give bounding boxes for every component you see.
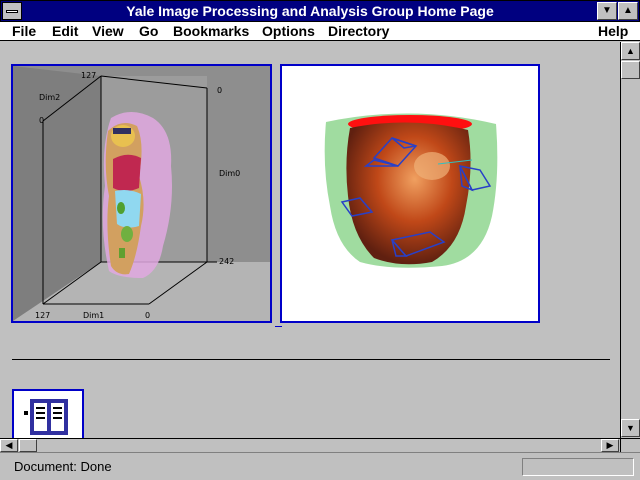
tick-127-top: 127 (81, 71, 96, 80)
menu-bookmarks[interactable]: Bookmarks (173, 23, 249, 39)
menu-go[interactable]: Go (139, 23, 158, 39)
menu-view[interactable]: View (92, 23, 124, 39)
scroll-right-button[interactable]: ▶ (601, 439, 619, 452)
dim1-label: Dim1 (83, 311, 104, 320)
link-underline (275, 326, 282, 327)
tick-0-right: 0 (217, 86, 222, 95)
dim2-label: Dim2 (39, 93, 60, 102)
body-volume-image-link[interactable]: 127 Dim2 0 0 Dim0 242 127 Dim1 0 (11, 64, 272, 323)
menu-bar: File Edit View Go Bookmarks Options Dire… (0, 22, 640, 41)
menu-directory[interactable]: Directory (328, 23, 389, 39)
maximize-button[interactable]: ▲ (618, 2, 638, 20)
dim0-label: Dim0 (219, 169, 240, 178)
menu-options[interactable]: Options (262, 23, 315, 39)
vertical-scroll-thumb[interactable] (621, 61, 640, 79)
book-icon (24, 399, 68, 435)
title-bar: Yale Image Processing and Analysis Group… (0, 0, 640, 22)
menu-edit[interactable]: Edit (52, 23, 78, 39)
heart-rendering-image (282, 66, 538, 321)
tick-242: 242 (219, 257, 234, 266)
body-volume-image: 127 Dim2 0 0 Dim0 242 127 Dim1 0 (13, 66, 270, 321)
progress-indicator (522, 458, 634, 476)
system-menu-icon[interactable] (2, 2, 22, 20)
tick-127-bottom: 127 (35, 311, 50, 320)
horizontal-scroll-thumb[interactable] (19, 439, 37, 452)
window-title: Yale Image Processing and Analysis Group… (126, 3, 494, 19)
minimize-button[interactable]: ▼ (597, 2, 617, 20)
menu-help[interactable]: Help (598, 23, 628, 39)
scroll-down-button[interactable]: ▼ (621, 419, 640, 437)
tick-0-left: 0 (39, 116, 44, 125)
book-icon-link[interactable] (12, 389, 84, 438)
scrollbar-corner (620, 438, 640, 452)
tick-0-bottom: 0 (145, 311, 150, 320)
horizontal-rule (12, 359, 610, 360)
heart-rendering-image-link[interactable] (280, 64, 540, 323)
document-view: 127 Dim2 0 0 Dim0 242 127 Dim1 0 (0, 42, 620, 438)
status-text: Document: Done (14, 459, 112, 474)
scroll-up-button[interactable]: ▲ (621, 42, 640, 60)
vertical-scrollbar[interactable]: ▲ ▼ (620, 42, 640, 438)
status-bar: Document: Done (0, 452, 640, 480)
scroll-left-button[interactable]: ◀ (0, 439, 18, 452)
horizontal-scrollbar[interactable]: ◀ ▶ (0, 438, 620, 452)
menu-file[interactable]: File (12, 23, 36, 39)
